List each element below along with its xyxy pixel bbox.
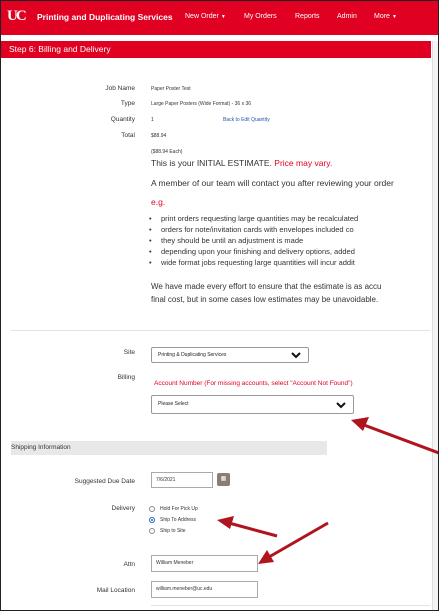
due-date-label: Suggested Due Date bbox=[74, 478, 135, 485]
nav-reports[interactable]: Reports bbox=[295, 13, 320, 20]
type-label: Type bbox=[120, 100, 135, 107]
job-name-value: Paper Poster Test bbox=[151, 86, 191, 92]
top-navbar: UC Printing and Duplicating Services New… bbox=[1, 1, 438, 35]
initial-estimate-text: This is your INITIAL ESTIMATE. Price may… bbox=[151, 158, 332, 168]
mail-location-input[interactable]: william.meneber@uc.edu bbox=[151, 581, 258, 598]
radio-ship-to-site[interactable] bbox=[149, 528, 155, 534]
eg-label: e.g. bbox=[151, 197, 166, 207]
price-may-vary: Price may vary. bbox=[274, 158, 333, 168]
nav-more[interactable]: More ▼ bbox=[374, 13, 397, 20]
list-item: they should be until an adjustment is ma… bbox=[149, 235, 438, 246]
site-label: Site bbox=[123, 349, 135, 356]
account-select[interactable]: Please Select bbox=[151, 395, 354, 414]
annotation-arrow-delivery bbox=[217, 516, 278, 538]
nav-admin[interactable]: Admin bbox=[337, 13, 357, 20]
radio-hold-for-pickup[interactable] bbox=[149, 506, 155, 512]
estimate-notes-list: print orders requesting large quantities… bbox=[149, 213, 438, 268]
list-item: orders for note/invitation cards with en… bbox=[149, 224, 438, 235]
attn-label: Attn bbox=[123, 561, 135, 568]
radio-ship-to-address[interactable] bbox=[149, 517, 155, 523]
delivery-label: Delivery bbox=[111, 505, 135, 512]
nav-my-orders[interactable]: My Orders bbox=[244, 13, 277, 20]
site-select[interactable]: Printing & Duplicating Services bbox=[151, 347, 309, 363]
each-price: ($88.94 Each) bbox=[151, 149, 183, 155]
nav-more-label: More bbox=[374, 13, 390, 20]
quantity-value: 1 bbox=[151, 117, 154, 123]
chevron-down-icon bbox=[291, 352, 301, 359]
estimate-disclaimer-line2: final cost, but in some cases low estima… bbox=[151, 295, 379, 304]
radio-ship-to-site-label[interactable]: Ship to Site bbox=[160, 528, 186, 534]
list-item: print orders requesting large quantities… bbox=[149, 213, 438, 224]
app-frame: UC Printing and Duplicating Services New… bbox=[0, 0, 439, 611]
chevron-down-icon bbox=[336, 402, 346, 409]
radio-ship-to-address-label[interactable]: Ship To Address bbox=[160, 517, 196, 523]
shipping-information-header: Shipping Information bbox=[11, 441, 327, 455]
chevron-down-icon: ▼ bbox=[220, 14, 226, 20]
nav-admin-label: Admin bbox=[337, 13, 357, 20]
radio-hold-for-pickup-label[interactable]: Hold For Pick Up bbox=[160, 506, 198, 512]
site-select-value: Printing & Duplicating Services bbox=[158, 352, 227, 358]
calendar-icon[interactable]: ▦ bbox=[217, 473, 230, 486]
billing-label: Billing bbox=[117, 374, 135, 381]
initial-estimate-prefix: This is your INITIAL ESTIMATE. bbox=[151, 158, 272, 168]
nav-reports-label: Reports bbox=[295, 13, 320, 20]
job-name-label: Job Name bbox=[105, 85, 135, 92]
total-label: Total bbox=[121, 132, 135, 139]
total-value: $88.94 bbox=[151, 133, 167, 139]
brand-title[interactable]: Printing and Duplicating Services bbox=[37, 12, 173, 22]
account-number-hint: Account Number (For missing accounts, se… bbox=[154, 380, 353, 387]
annotation-arrow-attn bbox=[258, 521, 329, 564]
nav-my-orders-label: My Orders bbox=[244, 13, 277, 20]
account-select-value: Please Select bbox=[158, 401, 189, 407]
type-value: Large Paper Posters (Wide Format) - 36 x… bbox=[151, 101, 252, 107]
chevron-down-icon: ▼ bbox=[391, 14, 397, 20]
list-item: wide format jobs requesting large quanti… bbox=[149, 257, 438, 268]
nav-new-order-label: New Order bbox=[185, 13, 219, 20]
due-date-input[interactable]: 7/6/2021 bbox=[151, 472, 213, 488]
scrollbar[interactable] bbox=[432, 41, 438, 610]
mail-location-label: Mail Location bbox=[96, 587, 135, 594]
list-item: depending upon your finishing and delive… bbox=[149, 246, 438, 257]
nav-new-order[interactable]: New Order ▼ bbox=[185, 13, 226, 20]
back-to-edit-quantity-link[interactable]: Back to Edit Quantity bbox=[223, 117, 270, 123]
divider bbox=[11, 330, 430, 331]
divider bbox=[151, 605, 430, 606]
estimate-disclaimer-line1: We have made every effort to ensure that… bbox=[151, 282, 382, 291]
quantity-label: Quantity bbox=[110, 116, 135, 123]
attn-input[interactable]: William Meneber bbox=[151, 555, 258, 572]
step-title-bar: Step 6: Billing and Delivery bbox=[1, 41, 431, 58]
annotation-arrow-account bbox=[351, 417, 438, 455]
team-contact-text: A member of our team will contact you af… bbox=[151, 178, 394, 188]
annotation-arrows bbox=[217, 417, 438, 564]
uc-logo[interactable]: UC bbox=[7, 8, 33, 28]
